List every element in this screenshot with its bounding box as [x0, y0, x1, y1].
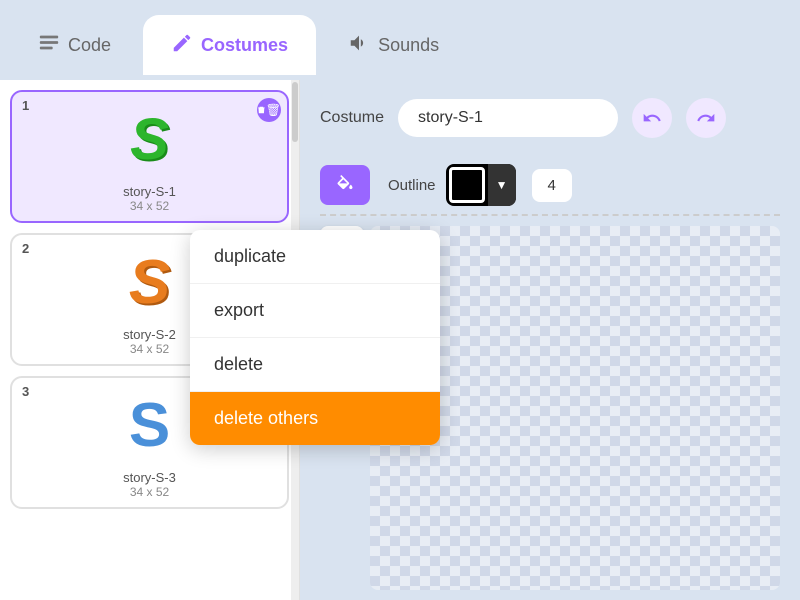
- costume-3-size: 34 x 52: [20, 485, 279, 499]
- outline-color-control[interactable]: ▼: [446, 164, 516, 206]
- delete-costume-1-button[interactable]: 🗑: [257, 98, 281, 122]
- context-menu: duplicate export delete delete others: [190, 230, 440, 445]
- tab-costumes[interactable]: Costumes: [143, 15, 316, 75]
- undo-button[interactable]: [632, 98, 672, 138]
- tab-costumes-label: Costumes: [201, 35, 288, 56]
- costume-name-input[interactable]: [398, 99, 618, 137]
- context-menu-delete-others[interactable]: delete others: [190, 392, 440, 445]
- costume-1-letter: S: [130, 111, 169, 169]
- costume-1-size: 34 x 52: [20, 199, 279, 213]
- costume-item-1[interactable]: 1 🗑 S story-S-1 34 x 52: [10, 90, 289, 223]
- context-menu-delete[interactable]: delete: [190, 338, 440, 392]
- toolbar-row: Outline ▼ 4: [300, 156, 800, 214]
- sounds-icon: [348, 32, 370, 59]
- context-menu-export[interactable]: export: [190, 284, 440, 338]
- costume-3-name: story-S-3: [20, 470, 279, 485]
- costume-number-3: 3: [22, 384, 29, 399]
- costume-number-2: 2: [22, 241, 29, 256]
- outline-dropdown-arrow[interactable]: ▼: [488, 164, 516, 206]
- tab-sounds-label: Sounds: [378, 35, 439, 56]
- outline-label: Outline: [388, 177, 436, 194]
- costumes-icon: [171, 32, 193, 59]
- fill-button[interactable]: [320, 165, 370, 205]
- outline-value: 4: [532, 169, 572, 202]
- outline-color-box: [449, 167, 485, 203]
- redo-button[interactable]: [686, 98, 726, 138]
- tab-sounds[interactable]: Sounds: [320, 15, 467, 75]
- tab-code[interactable]: Code: [10, 15, 139, 75]
- costume-2-letter: S: [129, 252, 170, 314]
- costume-label: Costume: [320, 109, 384, 127]
- costume-3-letter: S: [129, 395, 170, 457]
- costume-number-1: 1: [22, 98, 29, 113]
- costume-header: Costume: [300, 80, 800, 156]
- costume-1-name: story-S-1: [20, 184, 279, 199]
- code-icon: [38, 32, 60, 59]
- costume-1-preview: S: [80, 100, 220, 180]
- context-menu-duplicate[interactable]: duplicate: [190, 230, 440, 284]
- tab-bar: Code Costumes Sounds: [0, 0, 800, 80]
- tab-code-label: Code: [68, 35, 111, 56]
- scroll-thumb: [292, 82, 298, 142]
